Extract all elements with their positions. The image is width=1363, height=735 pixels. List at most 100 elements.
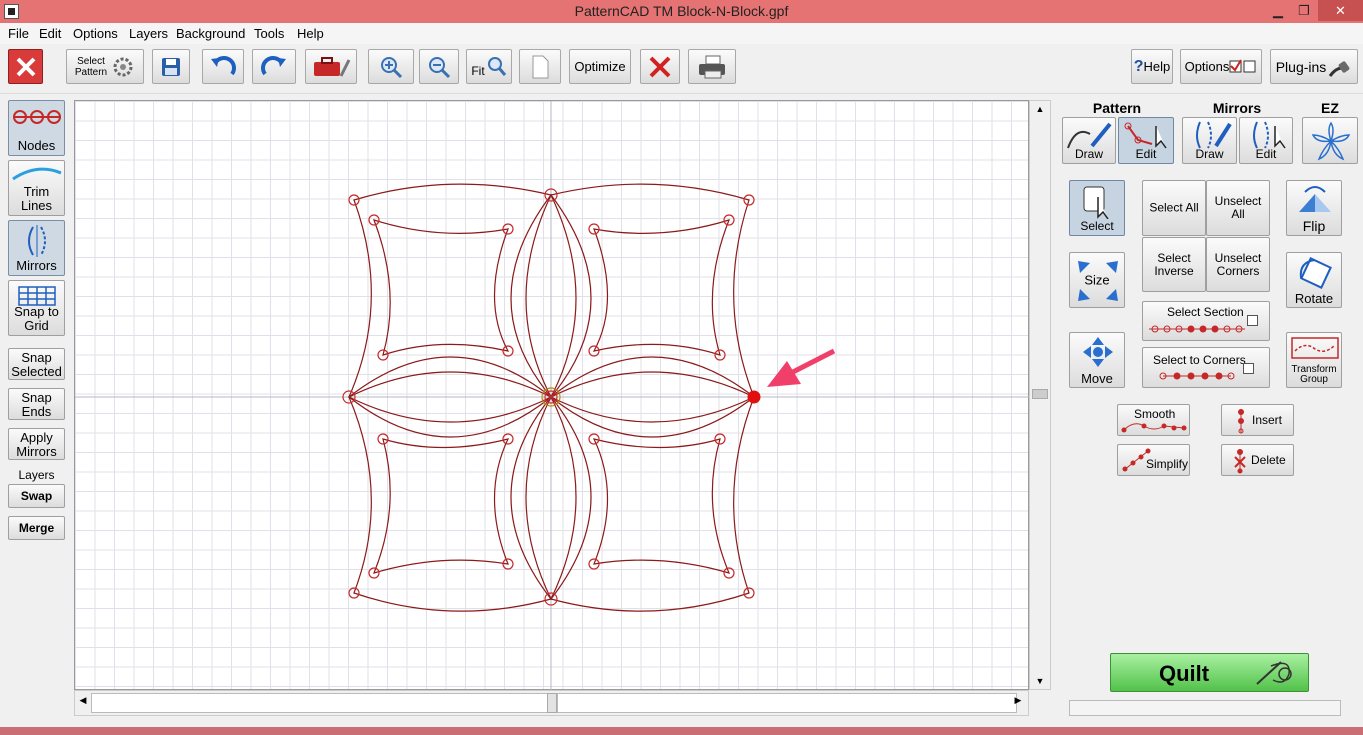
menu-tools[interactable]: Tools	[254, 26, 284, 41]
unselect-corners-label: Unselect Corners	[1207, 250, 1269, 278]
pattern-draw-button[interactable]: Draw	[1062, 117, 1116, 164]
trim-lines-button[interactable]: Trim Lines	[8, 160, 65, 216]
horizontal-scroll-track-right[interactable]	[557, 693, 1017, 713]
fit-button[interactable]: Fit	[466, 49, 512, 84]
delete-node-button[interactable]: Delete	[1221, 444, 1294, 476]
vertical-scrollbar[interactable]: ▲ ▼	[1029, 100, 1051, 690]
close-icon[interactable]: ✕	[1318, 0, 1363, 21]
mirrors-header: Mirrors	[1212, 100, 1262, 116]
mirrors-draw-button[interactable]: Draw	[1182, 117, 1237, 164]
select-inverse-button[interactable]: Select Inverse	[1142, 237, 1206, 292]
menu-edit[interactable]: Edit	[39, 26, 61, 41]
horizontal-scroll-track-left[interactable]	[91, 693, 551, 713]
save-button[interactable]	[152, 49, 190, 84]
select-section-button[interactable]: Select Section	[1142, 301, 1270, 341]
quilt-label: Quilt	[1159, 661, 1210, 686]
select-pattern-label-1: Select	[77, 55, 105, 67]
zoom-in-button[interactable]	[368, 49, 414, 84]
select-pattern-label-2: Pattern	[74, 66, 108, 78]
quilt-button[interactable]: Quilt	[1110, 653, 1309, 692]
flip-button[interactable]: Flip	[1286, 180, 1342, 236]
select-section-label: Select Section	[1167, 305, 1244, 319]
simplify-label: Simplify	[1146, 457, 1189, 471]
scroll-left-icon[interactable]: ◀	[75, 695, 91, 706]
toolbar: Select Pattern Fit Optimize ? Help Option…	[0, 44, 1363, 94]
maximize-icon[interactable]: ❐	[1291, 0, 1317, 21]
fit-label: Fit	[471, 63, 485, 78]
section-nodes-icon	[1149, 325, 1245, 333]
ez-button[interactable]	[1302, 117, 1358, 164]
help-button[interactable]: ? Help	[1131, 49, 1173, 84]
select-pattern-button[interactable]: Select Pattern	[66, 49, 144, 84]
help-icon: ?	[1133, 57, 1144, 75]
rotate-button[interactable]: Rotate	[1286, 252, 1342, 308]
scroll-right-icon[interactable]: ▶	[1010, 695, 1026, 706]
zoom-out-icon	[429, 56, 451, 78]
horizontal-scrollbar[interactable]: ◀ ▶	[74, 690, 1029, 716]
move-button[interactable]: Move	[1069, 332, 1125, 388]
exit-button[interactable]	[8, 49, 43, 84]
simplify-button[interactable]: Simplify	[1117, 444, 1190, 476]
smooth-button[interactable]: Smooth	[1117, 404, 1190, 436]
printer-icon	[699, 55, 725, 78]
minimize-icon[interactable]: ▁	[1265, 0, 1291, 21]
zoom-out-button[interactable]	[419, 49, 459, 84]
snap-ends-button[interactable]: Snap Ends	[8, 388, 65, 420]
new-page-button[interactable]	[519, 49, 561, 84]
select-to-corners-button[interactable]: Select to Corners	[1142, 347, 1270, 388]
plugins-button[interactable]: Plug-ins	[1270, 49, 1358, 84]
undo-button[interactable]	[202, 49, 244, 84]
unselect-corners-button[interactable]: Unselect Corners	[1206, 237, 1270, 292]
redo-button[interactable]	[252, 49, 296, 84]
plugins-label: Plug-ins	[1275, 58, 1327, 75]
title-bar: PatternCAD TM Block-N-Block.gpf ▁ ❐ ✕	[0, 0, 1363, 23]
menu-layers[interactable]: Layers	[129, 26, 168, 41]
delete-pattern-button[interactable]	[640, 49, 680, 84]
select-to-corners-label: Select to Corners	[1153, 353, 1246, 367]
draw-pen-icon	[1067, 122, 1112, 149]
menu-options[interactable]: Options	[73, 26, 118, 41]
fit-magnifier-icon	[487, 56, 506, 76]
transform-group-button[interactable]: Transform Group	[1286, 332, 1342, 388]
drawing-canvas[interactable]	[74, 100, 1030, 691]
redo-icon	[261, 55, 286, 75]
apply-mirrors-button[interactable]: Apply Mirrors	[8, 428, 65, 460]
selected-node[interactable]	[747, 390, 761, 404]
select-all-label: Select All	[1149, 200, 1199, 215]
nodes-label: Nodes	[17, 138, 56, 153]
mirror-curves-icon	[27, 225, 46, 257]
select-to-corners-checkbox[interactable]	[1243, 363, 1254, 374]
mirrors-toggle-button[interactable]: Mirrors	[8, 220, 65, 276]
print-button[interactable]	[688, 49, 736, 84]
trim-lines-label: Trim Lines	[9, 185, 64, 213]
merge-button[interactable]: Merge	[8, 516, 65, 540]
nodes-button[interactable]: Nodes	[8, 100, 65, 156]
toolbox-button[interactable]	[305, 49, 357, 84]
mirrors-edit-button[interactable]: Edit	[1239, 117, 1293, 164]
mirrors-draw-label: Draw	[1195, 147, 1224, 161]
snap-ends-label-1: Snap	[21, 390, 52, 405]
select-section-checkbox[interactable]	[1247, 315, 1258, 326]
select-button[interactable]: Select	[1069, 180, 1125, 236]
menu-background[interactable]: Background	[176, 26, 245, 41]
size-button[interactable]: Size	[1069, 252, 1125, 308]
snap-selected-button[interactable]: Snap Selected	[8, 348, 65, 380]
pattern-header: Pattern	[1092, 100, 1142, 116]
options-button[interactable]: Options	[1180, 49, 1262, 84]
scroll-down-icon[interactable]: ▼	[1030, 673, 1050, 689]
optimize-button[interactable]: Optimize	[569, 49, 631, 84]
select-all-button[interactable]: Select All	[1142, 180, 1206, 236]
pattern-edit-button[interactable]: Edit	[1118, 117, 1174, 164]
menu-help[interactable]: Help	[297, 26, 324, 41]
snap-to-grid-button[interactable]: Snap to Grid	[8, 280, 65, 336]
unselect-all-button[interactable]: Unselect All	[1206, 180, 1270, 236]
swap-button[interactable]: Swap	[8, 484, 65, 508]
scroll-up-icon[interactable]: ▲	[1030, 101, 1050, 117]
unselect-corners-label-1: Unselect	[1214, 250, 1262, 265]
horizontal-scroll-thumb[interactable]	[547, 693, 557, 713]
insert-button[interactable]: Insert	[1221, 404, 1294, 436]
transform-group-label: Transform Group	[1287, 365, 1341, 385]
transform-group-label-2: Group	[1300, 374, 1328, 385]
menu-file[interactable]: File	[8, 26, 29, 41]
vertical-scroll-thumb[interactable]	[1032, 389, 1048, 399]
